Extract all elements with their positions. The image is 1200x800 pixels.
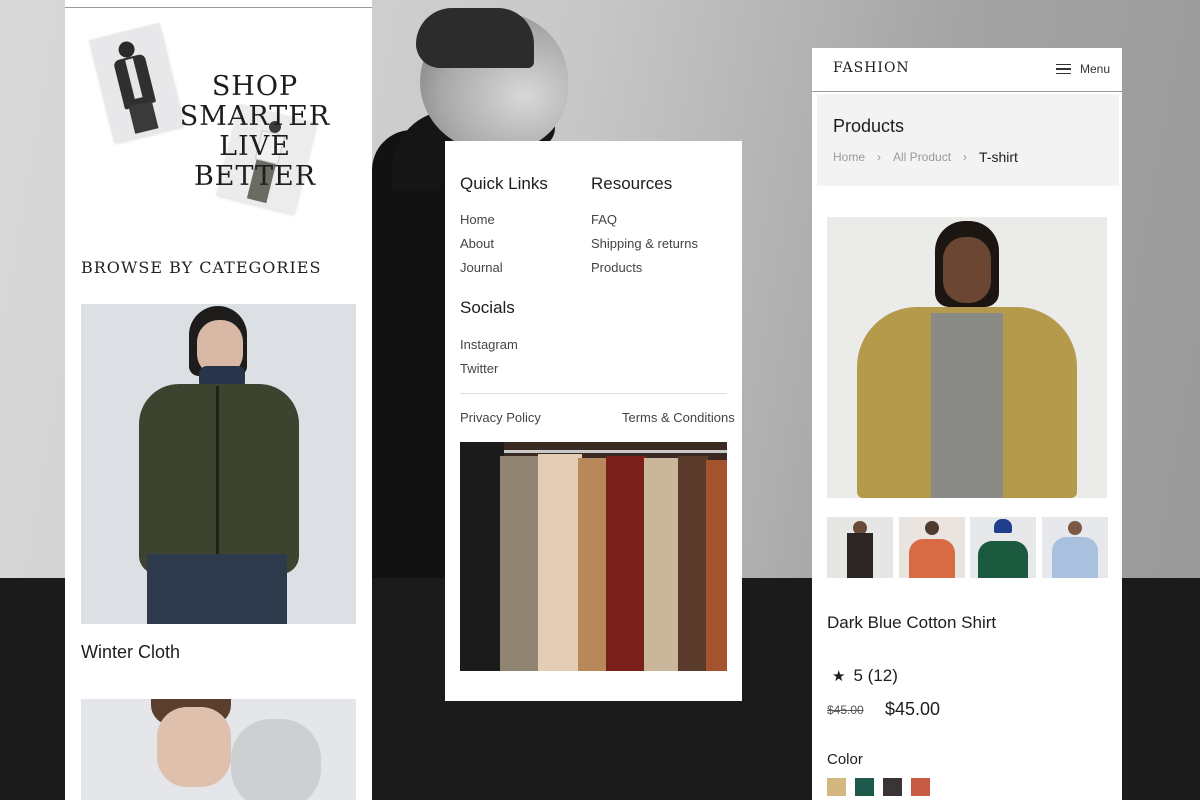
category-photo-second[interactable] xyxy=(81,699,356,800)
breadcrumb: Home › All Product › T-shirt xyxy=(833,149,1018,165)
home-screen-panel: SHOP SMARTER LIVE BETTER BROWSE BY CATEG… xyxy=(65,0,372,800)
product-rating: ★ 5 (12) xyxy=(832,666,898,686)
product-thumbnail-2[interactable] xyxy=(899,517,965,578)
menu-button[interactable]: Menu xyxy=(1056,62,1110,76)
hero-collage: SHOP SMARTER LIVE BETTER xyxy=(65,0,372,230)
footer-link-home[interactable]: Home xyxy=(460,212,495,227)
color-swatch-green[interactable] xyxy=(855,778,874,796)
category-photo-winter-cloth[interactable] xyxy=(81,304,356,624)
footer-link-twitter[interactable]: Twitter xyxy=(460,361,498,376)
footer-link-products[interactable]: Products xyxy=(591,260,642,275)
category-label-winter-cloth[interactable]: Winter Cloth xyxy=(81,642,180,663)
product-title: Dark Blue Cotton Shirt xyxy=(827,613,997,632)
product-detail-panel: FASHION Menu Products Home › All Product… xyxy=(812,48,1122,800)
hero-line-3: BETTER xyxy=(193,161,317,192)
footer-link-shipping[interactable]: Shipping & returns xyxy=(591,236,698,251)
terms-conditions-link[interactable]: Terms & Conditions xyxy=(622,410,735,425)
page-title: Products xyxy=(833,116,905,136)
hero-line-1: SHOP xyxy=(211,71,299,102)
chevron-right-icon: › xyxy=(877,150,882,164)
chevron-right-icon: › xyxy=(963,150,968,164)
rating-value: 5 (12) xyxy=(853,666,898,685)
fashion-logo[interactable]: FASHION xyxy=(833,60,910,76)
footer-link-about[interactable]: About xyxy=(460,236,494,251)
color-swatch-tan[interactable] xyxy=(827,778,846,796)
hero-headline: SHOP SMARTER LIVE BETTER xyxy=(145,72,365,192)
footer-panel: Quick Links Home About Journal Resources… xyxy=(445,141,742,701)
resources-heading: Resources xyxy=(591,174,673,193)
quick-links-heading: Quick Links xyxy=(460,174,548,193)
footer-divider xyxy=(460,393,727,394)
browse-categories-heading: BROWSE BY CATEGORIES xyxy=(81,258,322,277)
footer-link-faq[interactable]: FAQ xyxy=(591,212,617,227)
socials-heading: Socials xyxy=(460,298,515,317)
color-label: Color xyxy=(827,751,863,768)
current-price: $45.00 xyxy=(885,699,941,719)
app-header: FASHION Menu xyxy=(812,48,1122,92)
color-swatch-charcoal[interactable] xyxy=(883,778,902,796)
color-swatch-rust[interactable] xyxy=(911,778,930,796)
star-icon: ★ xyxy=(832,668,846,685)
original-price: $45.00 xyxy=(827,703,864,717)
product-thumbnail-3[interactable] xyxy=(970,517,1036,578)
breadcrumb-current: T-shirt xyxy=(979,149,1018,165)
footer-link-journal[interactable]: Journal xyxy=(460,260,503,275)
menu-label: Menu xyxy=(1080,62,1111,76)
page-header-block: Products Home › All Product › T-shirt xyxy=(817,94,1119,186)
breadcrumb-home[interactable]: Home xyxy=(833,150,865,164)
hero-line-2: SMARTER LIVE xyxy=(179,101,331,162)
breadcrumb-all-product[interactable]: All Product xyxy=(893,150,951,164)
product-main-image[interactable] xyxy=(827,217,1107,498)
hamburger-menu-icon xyxy=(1056,63,1071,75)
product-thumbnail-4[interactable] xyxy=(1042,517,1108,578)
clothing-rack-photo xyxy=(460,442,727,671)
footer-link-instagram[interactable]: Instagram xyxy=(460,337,518,352)
privacy-policy-link[interactable]: Privacy Policy xyxy=(460,410,541,425)
product-thumbnail-1[interactable] xyxy=(827,517,893,578)
